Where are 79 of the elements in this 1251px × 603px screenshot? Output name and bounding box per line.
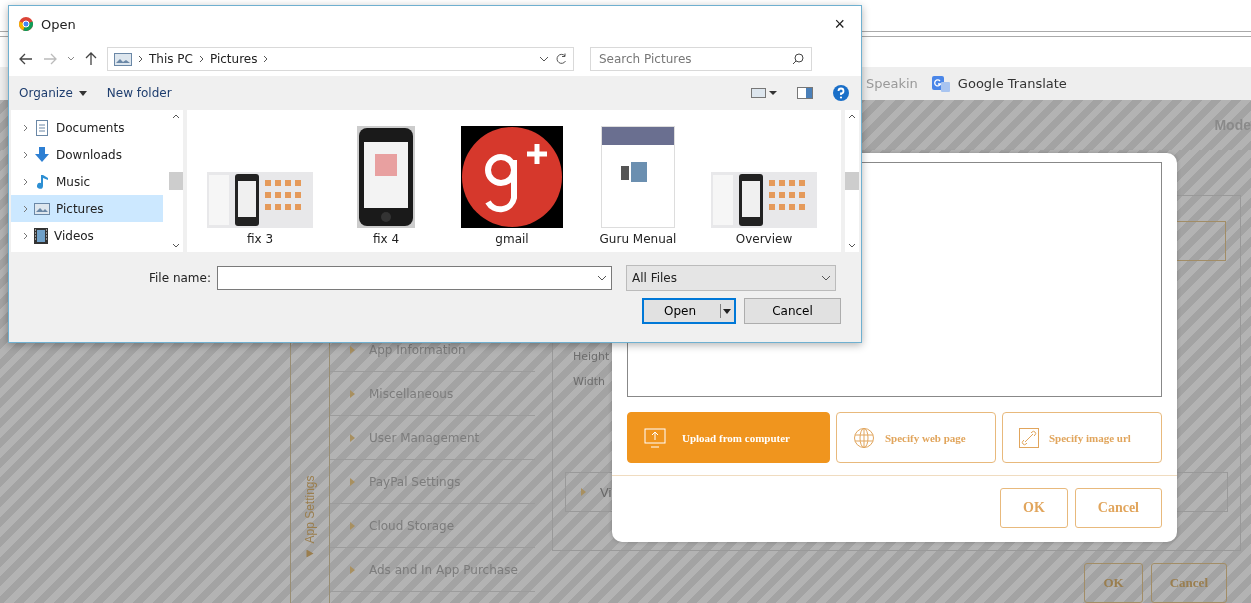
scroll-down-icon (848, 243, 856, 248)
search-field[interactable]: Search Pictures (590, 47, 812, 71)
scrollbar-thumb[interactable] (845, 172, 859, 190)
caret-down-icon (720, 304, 732, 318)
scroll-down-icon (172, 243, 180, 248)
chevron-down-icon (539, 56, 549, 62)
monitor-upload-icon (644, 427, 666, 448)
folder-item[interactable]: Videos (11, 222, 163, 249)
file-name[interactable]: Guru Menual (599, 232, 677, 246)
file-type-dropdown[interactable]: All Files (625, 265, 836, 291)
scroll-up-icon (172, 114, 180, 119)
back-arrow-icon (19, 53, 33, 65)
bookmark-link[interactable]: Google Translate (957, 76, 1067, 91)
triangle-icon (350, 477, 355, 486)
scroll-up-icon (848, 114, 856, 119)
file-name[interactable]: fix 3 (246, 232, 274, 246)
download-arrow-icon (34, 146, 50, 163)
film-strip-icon (34, 227, 48, 244)
dialog-button[interactable]: Cancel (744, 298, 841, 324)
help-icon (833, 85, 849, 101)
chevron-right-icon (198, 55, 204, 63)
window-title: Open (41, 16, 76, 32)
search-icon (792, 53, 804, 65)
triangle-icon (350, 433, 355, 442)
preview-pane-icon (797, 87, 813, 99)
app-screenshot-thumbnail[interactable] (207, 172, 313, 228)
folder-item[interactable]: Downloads (11, 141, 163, 168)
chevron-down-icon (67, 56, 75, 62)
music-note-icon (34, 173, 50, 190)
chevron-right-icon (23, 177, 28, 186)
app-screenshot-thumbnail[interactable] (711, 172, 817, 228)
forward-arrow-icon (43, 53, 57, 65)
triangle-icon (581, 488, 586, 496)
view-options-icon (751, 88, 777, 98)
triangle-icon (350, 565, 355, 574)
chevron-right-icon (23, 150, 28, 159)
chevron-right-icon (23, 204, 28, 213)
chevron-right-icon (138, 55, 143, 63)
pictures-folder-icon (114, 52, 132, 66)
toolbar-button[interactable]: New folder (106, 86, 172, 100)
browser-logo-icon (19, 17, 33, 31)
file-name[interactable]: gmail (495, 232, 529, 246)
caret-down-icon (78, 90, 87, 96)
translate-icon (931, 75, 950, 92)
chevron-down-icon (596, 275, 607, 281)
address-bar[interactable]: This PC Pictures (107, 47, 574, 71)
field-label: Width (573, 375, 606, 390)
logo-thumbnail[interactable] (461, 126, 563, 228)
chevron-down-icon (820, 275, 831, 281)
triangle-icon (306, 549, 314, 557)
field-label: File name: (149, 271, 211, 285)
chevron-right-icon (23, 123, 28, 132)
refresh-icon (555, 53, 567, 65)
scrollbar-thumb[interactable] (169, 172, 183, 190)
globe-icon (853, 426, 875, 449)
folder-item[interactable]: Documents (11, 114, 163, 141)
folder-item[interactable]: Music (11, 168, 163, 195)
section-label: App Settings (303, 475, 317, 544)
phone-thumbnail[interactable] (357, 126, 415, 228)
field-label: Height (573, 350, 611, 365)
chevron-right-icon (263, 55, 269, 63)
triangle-icon (350, 521, 355, 530)
file-name[interactable]: Overview (735, 232, 793, 246)
breadcrumb-item[interactable]: This PC (149, 52, 193, 66)
up-arrow-icon (85, 52, 97, 66)
triangle-icon (350, 345, 355, 354)
document-icon (34, 119, 50, 136)
dialog-button[interactable]: Open (642, 298, 736, 324)
chevron-right-icon (23, 231, 28, 240)
file-name[interactable]: fix 4 (372, 232, 400, 246)
link-icon (1019, 427, 1039, 448)
pictures-folder-icon (34, 201, 50, 216)
toolbar-button[interactable]: Organize (19, 86, 87, 100)
file-name-field[interactable] (216, 266, 612, 290)
document-thumbnail[interactable] (601, 126, 675, 228)
breadcrumb-item[interactable]: Pictures (209, 52, 258, 66)
close-button[interactable]: × (828, 13, 851, 35)
triangle-icon (350, 389, 355, 398)
folder-item[interactable]: Pictures (11, 195, 163, 222)
